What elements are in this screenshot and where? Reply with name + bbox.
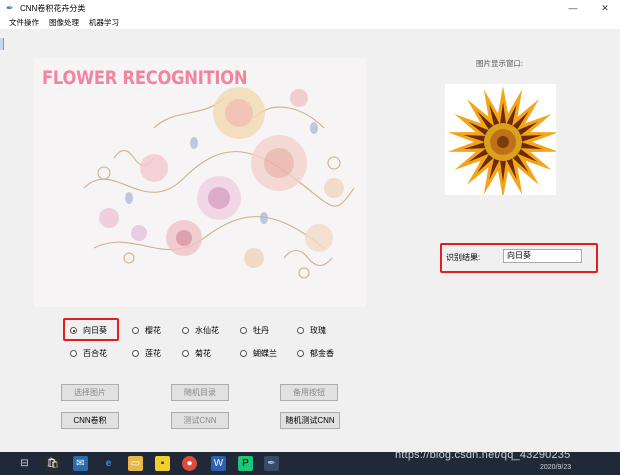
- banner-image: FLOWER RECOGNITION: [34, 58, 366, 307]
- random-test-cnn-button[interactable]: 随机测试CNN: [280, 412, 340, 429]
- select-image-button[interactable]: 选择图片: [61, 384, 119, 401]
- radio-label: 向日葵: [83, 326, 107, 335]
- floral-illustration: [83, 87, 355, 279]
- pycharm-icon[interactable]: P: [238, 456, 253, 471]
- radio-rose[interactable]: 玫瑰: [297, 325, 326, 336]
- result-field[interactable]: 向日葵: [503, 249, 582, 263]
- window-title: CNN卷积花卉分类: [20, 3, 86, 13]
- window-edge: [0, 38, 4, 50]
- random-dir-button[interactable]: 随机目录: [171, 384, 229, 401]
- cnn-conv-button[interactable]: CNN卷积: [61, 412, 119, 429]
- radio-narcissus[interactable]: 水仙花: [182, 325, 219, 336]
- radio-label: 莲花: [145, 349, 161, 358]
- radio-chrysanthemum[interactable]: 菊花: [182, 348, 211, 359]
- preview-image: [445, 84, 556, 195]
- menu-image-processing[interactable]: 图像处理: [48, 17, 80, 28]
- radio-tulip[interactable]: 郁金香: [297, 348, 334, 359]
- radio-lily[interactable]: 百合花: [70, 348, 107, 359]
- radio-lotus[interactable]: 莲花: [132, 348, 161, 359]
- radio-label: 玫瑰: [310, 326, 326, 335]
- radio-label: 蝴蝶兰: [253, 349, 277, 358]
- radio-dot[interactable]: [297, 350, 304, 357]
- title-bar: ✒ CNN卷积花卉分类 — ✕: [0, 0, 620, 16]
- radio-dot[interactable]: [240, 350, 247, 357]
- watermark: https://blog.csdn.net/qq_43290235: [395, 449, 571, 461]
- chrome-icon[interactable]: ●: [182, 456, 197, 471]
- menu-bar: 文件操作 图像处理 机器学习: [0, 16, 620, 30]
- folder-icon[interactable]: ▭: [128, 456, 143, 471]
- feather-app-icon[interactable]: ✒: [264, 456, 279, 471]
- radio-dot[interactable]: [240, 327, 247, 334]
- taskbar-date: 2020/9/23: [540, 464, 572, 471]
- minimize-button[interactable]: —: [558, 0, 588, 16]
- radio-label: 菊花: [195, 349, 211, 358]
- radio-dot[interactable]: [132, 350, 139, 357]
- task-view-icon[interactable]: ⊟: [17, 456, 32, 471]
- word-icon[interactable]: W: [211, 456, 226, 471]
- test-cnn-button[interactable]: 测试CNN: [171, 412, 229, 429]
- feather-icon: ✒: [6, 3, 14, 13]
- radio-label: 百合花: [83, 349, 107, 358]
- spare-button[interactable]: 备用按钮: [280, 384, 338, 401]
- radio-label: 水仙花: [195, 326, 219, 335]
- radio-dot[interactable]: [132, 327, 139, 334]
- sunflower-image: [445, 84, 556, 195]
- banner-heading: FLOWER RECOGNITION: [42, 67, 248, 89]
- radio-label: 牡丹: [253, 326, 269, 335]
- radio-cherry-blossom[interactable]: 樱花: [132, 325, 161, 336]
- radio-dot[interactable]: [70, 327, 77, 334]
- result-label: 识别结果:: [446, 253, 481, 262]
- sticky-notes-icon[interactable]: ▪: [155, 456, 170, 471]
- radio-dot[interactable]: [297, 327, 304, 334]
- radio-label: 樱花: [145, 326, 161, 335]
- radio-dot[interactable]: [182, 327, 189, 334]
- menu-machine-learning[interactable]: 机器学习: [88, 17, 120, 28]
- close-button[interactable]: ✕: [590, 0, 620, 16]
- radio-label: 郁金香: [310, 349, 334, 358]
- menu-file[interactable]: 文件操作: [8, 17, 40, 28]
- radio-orchid[interactable]: 蝴蝶兰: [240, 348, 277, 359]
- store-icon[interactable]: 🛍: [45, 456, 60, 471]
- radio-sunflower[interactable]: 向日葵: [70, 325, 107, 336]
- radio-peony[interactable]: 牡丹: [240, 325, 269, 336]
- edge-icon[interactable]: e: [101, 456, 116, 471]
- mail-icon[interactable]: ✉: [73, 456, 88, 471]
- radio-dot[interactable]: [70, 350, 77, 357]
- preview-label: 图片显示窗口:: [476, 59, 524, 68]
- radio-dot[interactable]: [182, 350, 189, 357]
